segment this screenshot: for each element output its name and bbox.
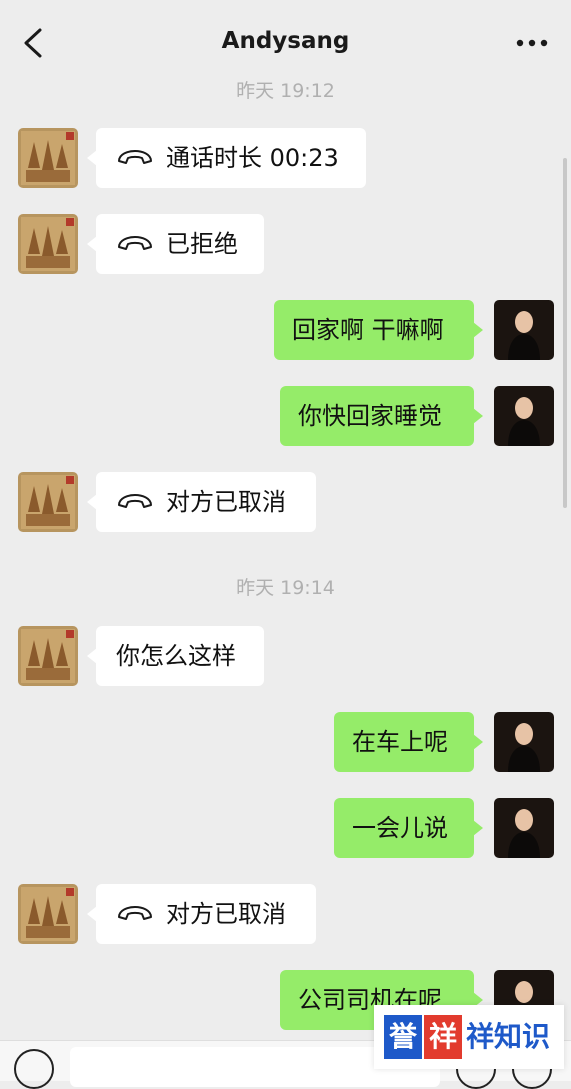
- scrollbar[interactable]: [563, 158, 567, 508]
- watermark-char: 誉: [384, 1015, 422, 1059]
- painting-avatar-image: [18, 472, 78, 532]
- contact-avatar[interactable]: [18, 214, 78, 274]
- painting-avatar-image: [18, 214, 78, 274]
- message-text: 已拒绝: [166, 230, 238, 258]
- phone-hangup-icon: [118, 236, 152, 250]
- portrait-avatar-image: [494, 712, 554, 772]
- timestamp: 昨天 19:12: [236, 80, 335, 102]
- contact-avatar[interactable]: [18, 472, 78, 532]
- message-bubble-received[interactable]: 对方已取消: [87, 884, 316, 944]
- watermark-logo: 誉 祥 祥知识: [374, 1005, 564, 1069]
- my-avatar[interactable]: [494, 798, 554, 858]
- message-text: 回家啊 干嘛啊: [292, 316, 444, 344]
- message-text: 一会儿说: [352, 814, 448, 842]
- message-bubble-sent[interactable]: 你快回家睡觉: [280, 386, 483, 446]
- message-text: 对方已取消: [166, 900, 286, 928]
- contact-avatar[interactable]: [18, 626, 78, 686]
- painting-avatar-image: [18, 626, 78, 686]
- portrait-avatar-image: [494, 300, 554, 360]
- message-text: 在车上呢: [352, 728, 448, 756]
- contact-avatar[interactable]: [18, 884, 78, 944]
- message-bubble-sent[interactable]: 在车上呢: [334, 712, 483, 772]
- message-text: 通话时长 00:23: [166, 144, 339, 172]
- message-bubble-received[interactable]: 已拒绝: [87, 214, 264, 274]
- painting-avatar-image: [18, 128, 78, 188]
- phone-hangup-icon: [118, 150, 152, 164]
- portrait-avatar-image: [494, 798, 554, 858]
- watermark-text: 祥知识: [466, 1020, 551, 1053]
- portrait-avatar-image: [494, 386, 554, 446]
- timestamp: 昨天 19:14: [236, 577, 335, 599]
- phone-hangup-icon: [118, 494, 152, 508]
- watermark-char: 祥: [424, 1015, 462, 1059]
- my-avatar[interactable]: [494, 386, 554, 446]
- chat-header: Andysang: [0, 0, 571, 78]
- phone-hangup-icon: [118, 906, 152, 920]
- chat-title: Andysang: [221, 28, 350, 54]
- message-bubble-received[interactable]: 对方已取消: [87, 472, 316, 532]
- message-text: 你快回家睡觉: [298, 402, 442, 430]
- message-text: 对方已取消: [166, 488, 286, 516]
- message-text: 你怎么这样: [116, 642, 236, 670]
- message-bubble-sent[interactable]: 回家啊 干嘛啊: [274, 300, 483, 360]
- message-bubble-sent[interactable]: 一会儿说: [334, 798, 483, 858]
- message-bubble-received[interactable]: 你怎么这样: [87, 626, 264, 686]
- painting-avatar-image: [18, 884, 78, 944]
- my-avatar[interactable]: [494, 300, 554, 360]
- voice-icon[interactable]: [14, 1049, 54, 1089]
- more-dots-icon[interactable]: [513, 30, 551, 56]
- message-bubble-received[interactable]: 通话时长 00:23: [87, 128, 366, 188]
- my-avatar[interactable]: [494, 712, 554, 772]
- contact-avatar[interactable]: [18, 128, 78, 188]
